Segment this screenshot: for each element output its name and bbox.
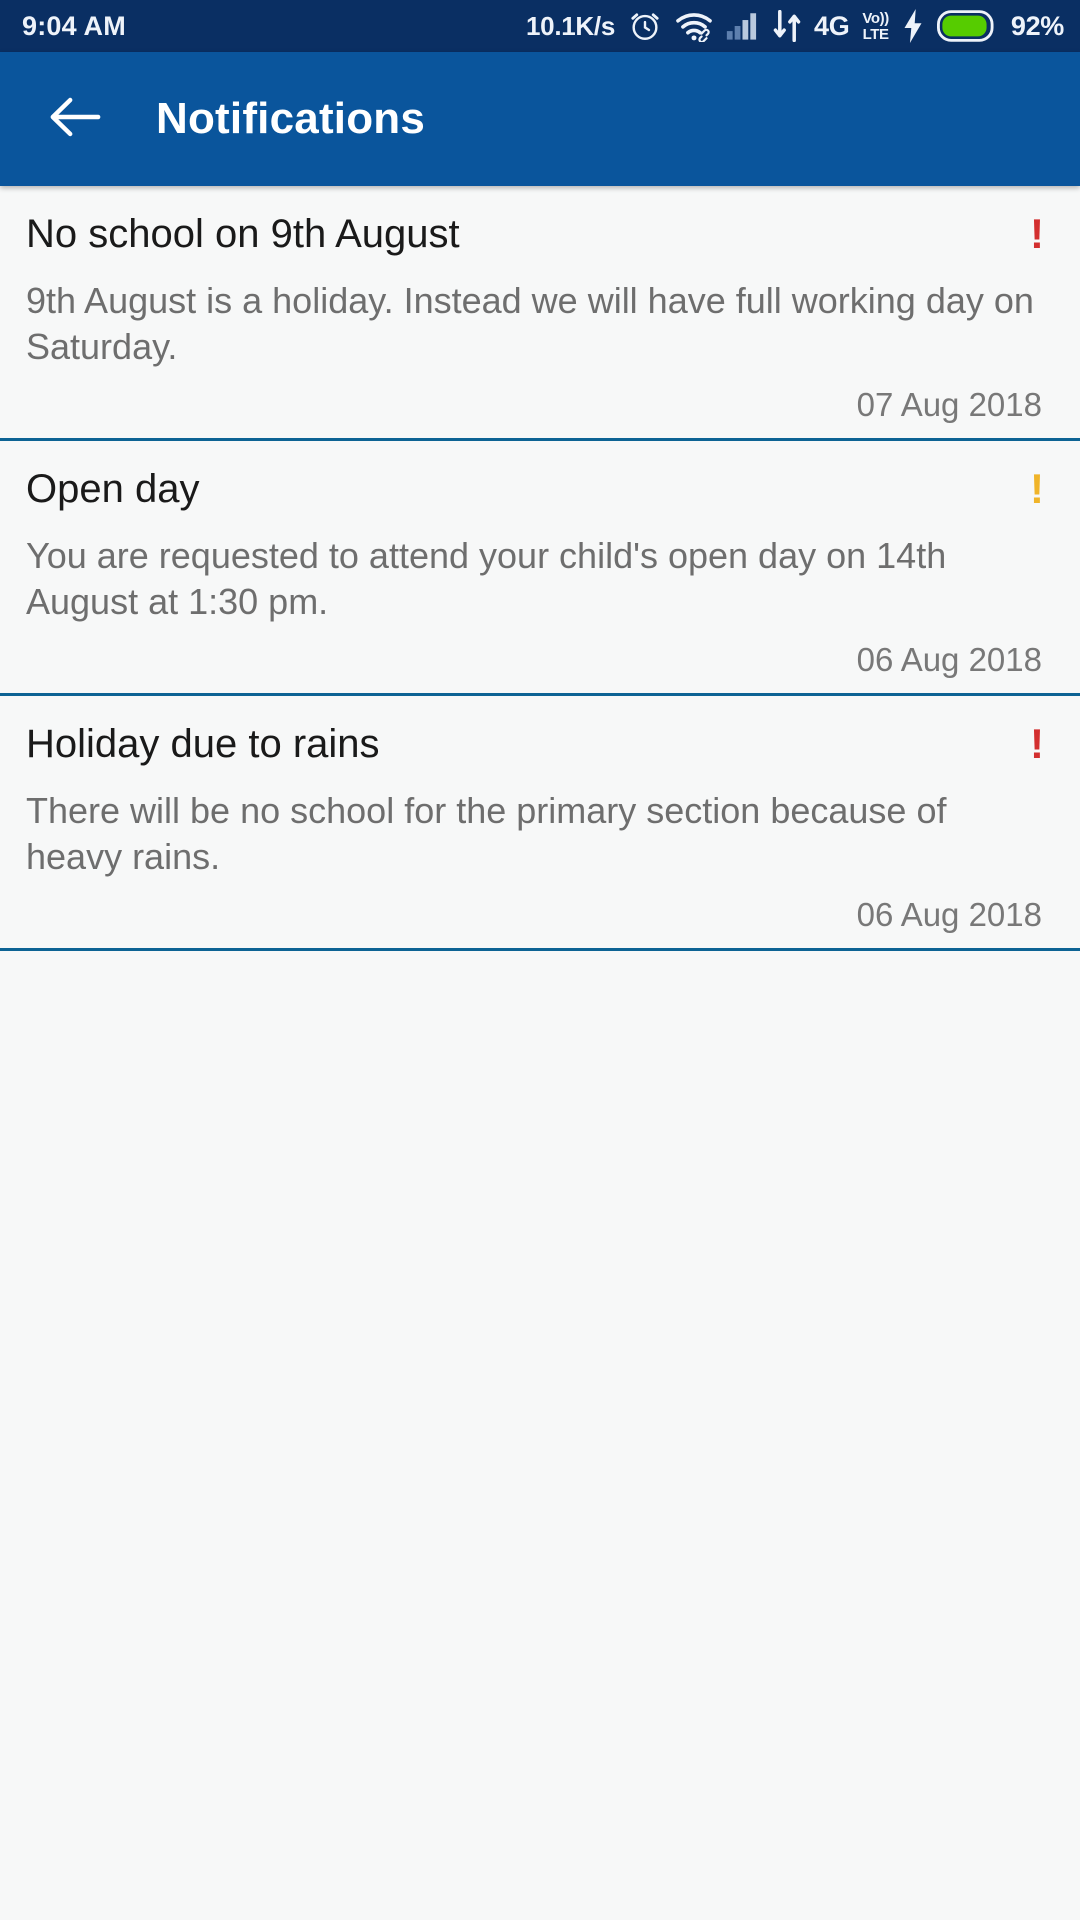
back-button[interactable] — [46, 90, 104, 148]
status-bar-clock: 9:04 AM — [22, 10, 126, 41]
cellular-signal-icon — [726, 11, 760, 41]
notification-body: 9th August is a holiday. Instead we will… — [26, 280, 1034, 368]
battery-percent-label: 92% — [1010, 10, 1064, 41]
notification-body: There will be no school for the primary … — [26, 790, 947, 878]
volte-bottom-label: LTE — [862, 25, 889, 43]
notification-header: Open day ! — [26, 467, 1054, 511]
battery-icon — [936, 10, 997, 42]
app-bar: Notifications — [0, 52, 1080, 186]
notification-title: Holiday due to rains — [26, 722, 380, 767]
notification-header: No school on 9th August ! — [26, 212, 1054, 256]
network-speed-label: 10.1K/s — [526, 10, 615, 41]
alarm-clock-icon — [628, 9, 662, 43]
priority-exclamation-icon: ! — [1030, 465, 1044, 513]
notification-list: No school on 9th August ! 9th August is … — [0, 186, 1080, 952]
back-arrow-icon — [48, 95, 102, 144]
notification-title: Open day — [26, 467, 200, 512]
notification-item[interactable]: Open day ! You are requested to attend y… — [0, 441, 1080, 697]
wifi-icon — [675, 10, 713, 42]
notification-item[interactable]: Holiday due to rains ! There will be no … — [0, 696, 1080, 952]
priority-exclamation-icon: ! — [1030, 720, 1044, 768]
page-title: Notifications — [156, 94, 426, 143]
data-transfer-arrows-icon — [773, 10, 801, 42]
notification-header: Holiday due to rains ! — [26, 722, 1054, 766]
charging-bolt-icon — [902, 9, 924, 43]
notification-item[interactable]: No school on 9th August ! 9th August is … — [0, 186, 1080, 442]
notification-body: You are requested to attend your child's… — [26, 535, 947, 623]
volte-icon: Vo)) LTE — [862, 9, 889, 43]
notification-title: No school on 9th August — [26, 212, 460, 256]
notification-date: 06 Aug 2018 — [856, 896, 1042, 934]
network-type-label: 4G — [813, 10, 850, 41]
notification-date: 07 Aug 2018 — [856, 386, 1042, 424]
priority-exclamation-icon: ! — [1030, 210, 1044, 257]
volte-top-label: Vo)) — [862, 9, 889, 27]
status-bar: 9:04 AM 10.1K/s 4G Vo)) LTE 92% — [0, 0, 1080, 52]
status-bar-icons: 10.1K/s 4G Vo)) LTE 92% — [526, 9, 1064, 43]
notification-date: 06 Aug 2018 — [856, 641, 1042, 679]
